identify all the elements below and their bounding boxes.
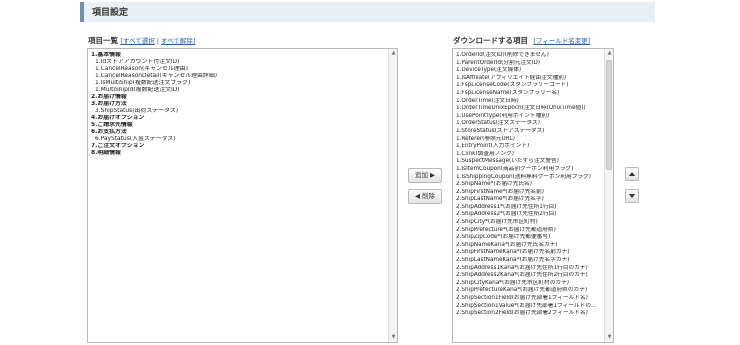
- list-item[interactable]: 2.ShipLastName*(お届け先名字): [456, 196, 603, 204]
- list-item[interactable]: 2.ShipName*(お届け先氏名): [456, 181, 603, 189]
- list-item[interactable]: 1.UsePointType(利用ポイント種別): [456, 113, 603, 121]
- list-item[interactable]: 1.CancelReason(キャンセル理由): [91, 66, 387, 73]
- list-item[interactable]: 1.OrderTimeUnixEpoch(注文日時(UnixTime値)): [456, 105, 603, 113]
- list-item[interactable]: 1.OrderStatus(注文ステータス): [456, 120, 603, 128]
- rename-fields-link[interactable]: [フィールド名変更]: [533, 37, 590, 45]
- list-item[interactable]: 1.Referer(参照元URL): [456, 136, 603, 144]
- section-title: 項目設定: [92, 8, 129, 18]
- list-item[interactable]: 2.ShipAddress2*(お届け先住所2行目): [456, 211, 603, 219]
- list-item[interactable]: 8.明細情報: [91, 150, 387, 157]
- list-item[interactable]: 3.お届け方法: [91, 101, 387, 108]
- list-item[interactable]: 1.DeviceType(注文媒体): [456, 67, 603, 75]
- list-item[interactable]: 2.ShipSection2Field(お届け先部署2フィールド名): [456, 310, 603, 318]
- list-item[interactable]: 2.ShipSection1Field(お届け先部署1フィールド名): [456, 295, 603, 303]
- list-item[interactable]: 1.Idストアアカウント付注文ID): [91, 59, 387, 66]
- add-button[interactable]: 追加 ▶: [408, 168, 442, 183]
- list-item[interactable]: 1.OrderTime(注文日時): [456, 98, 603, 106]
- list-item[interactable]: 1.SuspectMessage(いたずら注文警告): [456, 158, 603, 166]
- list-item[interactable]: 2.お届け情報: [91, 94, 387, 101]
- list-item[interactable]: 1.FspLicenseCode(スタンプラリーコード): [456, 82, 603, 90]
- list-item[interactable]: 2.ShipAddress1*(お届け先住所1行目): [456, 204, 603, 212]
- list-item[interactable]: 2.ShipPrefectureKana*(お届け先都道府県のカナ): [456, 287, 603, 295]
- list-item[interactable]: 1.Clink(調査用ノンク): [456, 151, 603, 159]
- list-item[interactable]: 1.CancelReasonDetail(キャンセル理由詳細): [91, 73, 387, 80]
- scroll-down-arrow-icon[interactable]: ▼: [605, 333, 613, 342]
- section-header: 項目設定: [80, 2, 655, 22]
- list-item[interactable]: 2.ShipFirstNameKana*(お届け先名前カナ): [456, 249, 603, 257]
- scroll-up-arrow-icon[interactable]: ▲: [605, 49, 613, 58]
- right-panel-title: ダウンロードする項目: [453, 36, 528, 45]
- list-item[interactable]: 2.ShipAddress1Kana*(お届け先住所1行目のカナ): [456, 265, 603, 273]
- list-item[interactable]: 1.IsAffiliate(アフィリエイト経由注文種別): [456, 75, 603, 83]
- list-item[interactable]: 1.IsShippingCoupon(送料無料クーポン利用フラグ): [456, 174, 603, 182]
- move-down-button[interactable]: [625, 189, 639, 203]
- list-item[interactable]: 2.ShipAddress2Kana*(お届け先住所2行目のカナ): [456, 272, 603, 280]
- list-item[interactable]: 2.ShipZipCode*(お届け先郵便番号): [456, 234, 603, 242]
- scroll-up-arrow-icon[interactable]: ▲: [389, 49, 397, 58]
- list-item[interactable]: 1.IsMultiShip(複数配送注文フラグ): [91, 80, 387, 87]
- list-item[interactable]: 1.MultiShipId(複数配送注文ID): [91, 87, 387, 94]
- available-items: 1.基本情報 1.Idストアアカウント付注文ID) 1.CancelReason(キ…: [91, 52, 387, 157]
- select-all-link[interactable]: [すべて選択: [120, 37, 154, 45]
- list-item[interactable]: 3.ShipStatus(出荷ステータス): [91, 108, 387, 115]
- list-item[interactable]: 2.ShipCity*(お届け先市区町村): [456, 219, 603, 227]
- scroll-down-arrow-icon[interactable]: ▼: [389, 333, 397, 342]
- list-item[interactable]: 1.ParentOrderId(分割元注文ID): [456, 60, 603, 68]
- list-item[interactable]: 1.EntryPoint(入力ポイント): [456, 143, 603, 151]
- download-items-list[interactable]: 1.OrderId(注文ID)(削除できません) 1.ParentOrderId(…: [452, 48, 614, 343]
- list-item[interactable]: 1.IsItemCoupon(商品別クーポン利用フラグ): [456, 166, 603, 174]
- scroll-thumb[interactable]: [606, 60, 612, 170]
- available-items-list[interactable]: 1.基本情報 1.Idストアアカウント付注文ID) 1.CancelReason(キ…: [87, 48, 398, 343]
- list-item[interactable]: 2.ShipPrefecture*(お届け先都道府県): [456, 227, 603, 235]
- list-item[interactable]: 1.OrderId(注文ID)(削除できません): [456, 52, 603, 60]
- list-item[interactable]: 1.基本情報: [91, 52, 387, 59]
- download-items: 1.OrderId(注文ID)(削除できません) 1.ParentOrderId(…: [456, 52, 603, 318]
- right-scrollbar[interactable]: ▲ ▼: [604, 49, 613, 342]
- right-panel-heading: ダウンロードする項目 [フィールド名変更]: [453, 35, 590, 46]
- list-item[interactable]: 6.PayStatus(入金ステータス): [91, 136, 387, 143]
- move-up-icon: [629, 172, 635, 176]
- list-item[interactable]: 6.お支払方法: [91, 129, 387, 136]
- list-item[interactable]: 1.StoreStatus(ストアステータス): [456, 128, 603, 136]
- list-item[interactable]: 4.お届けオプション: [91, 115, 387, 122]
- move-up-button[interactable]: [625, 167, 639, 181]
- item-settings-page: 項目設定 項目一覧 [すべて選択 | すべて解除] 1.基本情報 1.Idストアア…: [0, 0, 740, 345]
- list-item[interactable]: 5.ご請求先情報: [91, 122, 387, 129]
- left-panel-heading: 項目一覧 [すべて選択 | すべて解除]: [88, 35, 195, 46]
- list-item[interactable]: 2.ShipFirstName*(お届け先名前): [456, 189, 603, 197]
- list-item[interactable]: 7.ご注文オプション: [91, 143, 387, 150]
- left-scrollbar[interactable]: ▲ ▼: [388, 49, 397, 342]
- remove-button[interactable]: ◀ 削除: [408, 189, 442, 204]
- move-down-icon: [629, 194, 635, 198]
- list-item[interactable]: 1.FspLicenseName(スタンプラリー名): [456, 90, 603, 98]
- list-item[interactable]: 2.ShipNameKana*(お届け先氏名カナ): [456, 242, 603, 250]
- list-item[interactable]: 2.ShipSection1Value*(お届け先部署1フィールドの...: [456, 303, 603, 311]
- deselect-all-link[interactable]: すべて解除]: [161, 37, 195, 45]
- left-panel-title: 項目一覧: [88, 36, 118, 45]
- list-item[interactable]: 2.ShipLastNameKana*(お届け先名字カナ): [456, 257, 603, 265]
- list-item[interactable]: 2.ShipCityKana*(お届け先市区町村のカナ): [456, 280, 603, 288]
